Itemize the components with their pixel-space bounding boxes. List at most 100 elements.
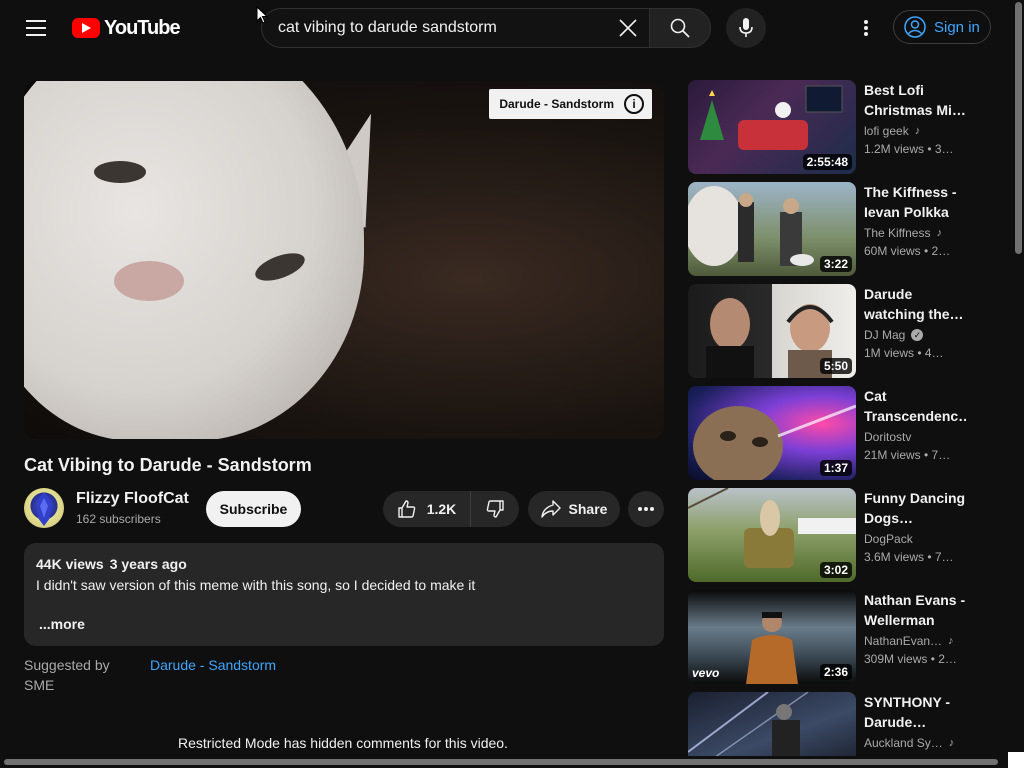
channel-label: DJ Mag (864, 328, 906, 342)
channel-label: Doritostv (864, 430, 912, 444)
video-thumbnail[interactable]: vevo 2:36 (688, 590, 856, 684)
upload-age: 3 years ago (109, 556, 187, 572)
recommended-video[interactable]: 3:02 Funny Dancing Dogs… DogPack 3.6M vi… (688, 488, 978, 582)
channel-label: The Kiffness (864, 226, 931, 240)
like-count: 1.2K (426, 501, 457, 517)
recommended-channel: NathanEvan… ♪ (864, 634, 954, 648)
logo-text: YouTube (104, 16, 181, 39)
recommended-video[interactable]: 1:37 Cat Transcendenc… Doritostv 21M vie… (688, 386, 978, 480)
recommended-title[interactable]: The Kiffness - Ievan Polkka f… (864, 182, 966, 222)
video-thumbnail[interactable]: 2:55:48 (688, 80, 856, 174)
hamburger-icon (26, 20, 46, 36)
verified-badge-icon: ✓ (911, 329, 924, 341)
vertical-scrollbar[interactable] (1012, 0, 1024, 768)
subscribe-button[interactable]: Subscribe (206, 491, 301, 527)
recommended-channel: DogPack (864, 532, 913, 546)
recommended-channel: Doritostv (864, 430, 911, 444)
vevo-watermark: vevo (692, 666, 720, 680)
channel-avatar[interactable] (24, 488, 64, 528)
horizontal-scroll-thumb[interactable] (4, 759, 998, 765)
search-query: cat vibing to darude sandstorm (278, 19, 497, 36)
menu-button[interactable] (18, 10, 54, 46)
video-thumbnail[interactable]: 3:02 (688, 488, 856, 582)
video-duration: 3:22 (819, 256, 852, 272)
cat-eye (94, 161, 146, 183)
suggested-song-link[interactable]: Darude - Sandstorm (150, 655, 276, 675)
video-duration: 1:37 (819, 460, 852, 476)
recommended-title[interactable]: Funny Dancing Dogs… (864, 488, 966, 528)
dislike-button[interactable] (471, 491, 519, 527)
mouse-cursor-icon (256, 5, 269, 29)
recommended-video[interactable]: 2:55:48 Best Lofi Christmas Mi… lofi gee… (688, 80, 978, 174)
channel-name[interactable]: Flizzy FloofCat (76, 490, 189, 508)
video-thumbnail[interactable]: 1:37 (688, 386, 856, 480)
music-note-icon: ♪ (948, 635, 954, 647)
suggested-by-label: Suggested by SME (24, 657, 110, 693)
video-duration: 3:02 (819, 562, 852, 578)
description-meta: 44K views 3 years ago (36, 556, 193, 572)
vertical-scroll-thumb[interactable] (1015, 2, 1022, 254)
video-duration: 2:55:48 (802, 154, 852, 170)
channel-label: NathanEvan… (864, 634, 943, 648)
channel-label: Auckland Sy… (864, 736, 943, 750)
video-thumbnail[interactable]: 3:22 (688, 182, 856, 276)
cat-eye (251, 247, 309, 287)
recommended-video[interactable]: 5:50 Darude watching the… DJ Mag ✓ 1M vie… (688, 284, 978, 378)
search-icon (670, 18, 690, 38)
channel-label: lofi geek (864, 124, 909, 138)
video-player[interactable]: Darude - Sandstorm i (24, 81, 664, 439)
recommended-title[interactable]: Cat Transcendenc… (864, 386, 966, 426)
video-duration: 2:36 (819, 664, 852, 680)
subscriber-count: 162 subscribers (76, 512, 161, 526)
more-actions-button[interactable] (628, 491, 664, 527)
account-icon (904, 16, 926, 38)
video-title: Cat Vibing to Darude - Sandstorm (24, 455, 312, 475)
recommended-channel: DJ Mag ✓ (864, 328, 924, 342)
like-dislike-group: 1.2K (383, 491, 519, 527)
horizontal-scrollbar[interactable] (0, 756, 1012, 768)
recommended-meta: 309M views • 2… (864, 652, 957, 666)
search-input[interactable]: cat vibing to darude sandstorm (261, 8, 649, 48)
recommended-video[interactable]: SYNTHONY - Darude… Auckland Sy… ♪ (688, 692, 978, 756)
video-thumbnail[interactable] (688, 692, 856, 756)
recommended-channel: lofi geek ♪ (864, 124, 920, 138)
description-more-link[interactable]: ...more (39, 616, 85, 632)
info-card-label: Darude - Sandstorm (499, 97, 614, 111)
share-icon (540, 500, 561, 518)
recommended-channel: Auckland Sy… ♪ (864, 736, 954, 750)
share-button[interactable]: Share (528, 491, 620, 527)
video-thumbnail[interactable]: 5:50 (688, 284, 856, 378)
music-note-icon: ♪ (914, 125, 921, 137)
youtube-logo[interactable]: YouTube (72, 16, 181, 40)
recommended-meta: 3.6M views • 7… (864, 550, 954, 564)
description-text: I didn't saw version of this meme with t… (36, 577, 476, 593)
recommended-meta: 21M views • 7… (864, 448, 951, 462)
search-button[interactable] (649, 8, 711, 48)
music-info-card[interactable]: Darude - Sandstorm i (489, 89, 652, 119)
sign-in-button[interactable]: Sign in (893, 10, 991, 44)
channel-label: DogPack (864, 532, 913, 546)
restricted-mode-notice: Restricted Mode has hidden comments for … (178, 735, 508, 751)
clear-search-icon[interactable] (613, 13, 643, 43)
sign-in-label: Sign in (934, 18, 980, 36)
recommended-meta: 60M views • 2… (864, 244, 951, 258)
recommended-video[interactable]: 3:22 The Kiffness - Ievan Polkka f… The … (688, 182, 978, 276)
recommended-title[interactable]: Nathan Evans - Wellerman (S… (864, 590, 966, 630)
more-vertical-icon (864, 20, 868, 36)
microphone-icon (739, 18, 753, 37)
recommended-title[interactable]: SYNTHONY - Darude… (864, 692, 966, 732)
thumbs-down-icon (486, 500, 504, 518)
recommended-title[interactable]: Darude watching the… (864, 284, 966, 324)
video-duration: 5:50 (819, 358, 852, 374)
settings-more-button[interactable] (850, 12, 882, 44)
recommended-meta: 1.2M views • 3… (864, 142, 954, 156)
recommended-video[interactable]: vevo 2:36 Nathan Evans - Wellerman (S… N… (688, 590, 978, 684)
recommended-title[interactable]: Best Lofi Christmas Mi… (864, 80, 966, 120)
recommended-channel: The Kiffness ♪ (864, 226, 942, 240)
view-count: 44K views (36, 556, 104, 572)
recommended-meta: 1M views • 4… (864, 346, 944, 360)
cat-face-frame (24, 81, 364, 439)
description-box[interactable]: 44K views 3 years ago I didn't saw versio… (24, 543, 664, 646)
voice-search-button[interactable] (726, 8, 766, 48)
like-button[interactable]: 1.2K (383, 491, 471, 527)
